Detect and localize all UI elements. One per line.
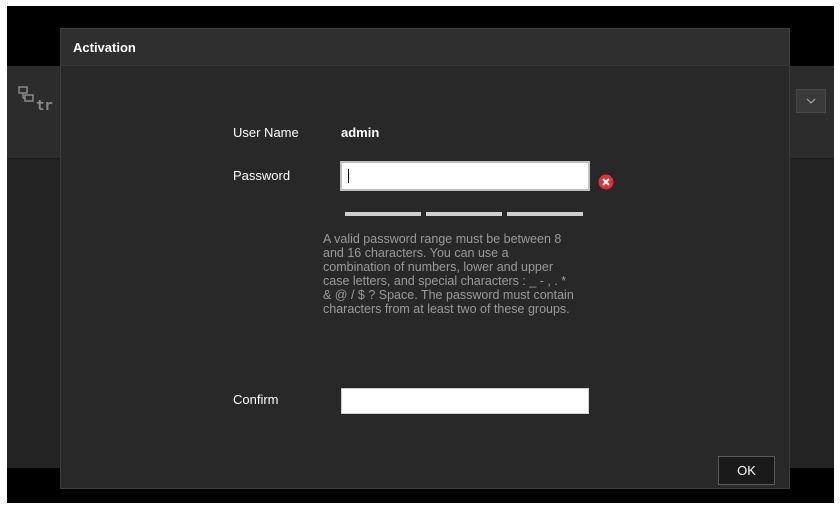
screen: tr Activation User Name admin Password A… [7, 6, 834, 503]
password-field[interactable] [340, 161, 590, 191]
user-name-value: admin [341, 125, 380, 140]
dialog-title: Activation [73, 40, 136, 55]
password-input[interactable] [342, 163, 588, 189]
clear-password-icon[interactable] [598, 174, 614, 190]
text-caret [348, 169, 349, 183]
user-name-label: User Name [233, 125, 299, 140]
confirm-field[interactable] [341, 388, 589, 414]
password-strength-bar-3 [507, 212, 583, 216]
background-dropdown[interactable] [796, 89, 826, 113]
password-label: Password [233, 168, 291, 183]
activation-dialog: Activation User Name admin Password A va… [60, 28, 790, 489]
ok-button[interactable]: OK [718, 456, 775, 485]
password-hint: A valid password range must be between 8… [323, 232, 574, 316]
password-strength-bar-1 [345, 212, 421, 216]
logo-text: tr [36, 98, 53, 114]
confirm-input[interactable] [342, 389, 588, 413]
network-icon [18, 86, 34, 102]
password-strength-bar-2 [426, 212, 502, 216]
confirm-label: Confirm [233, 392, 279, 407]
dialog-title-bar: Activation [61, 29, 789, 66]
chevron-down-icon [806, 98, 816, 104]
background-logo: tr [18, 84, 62, 114]
